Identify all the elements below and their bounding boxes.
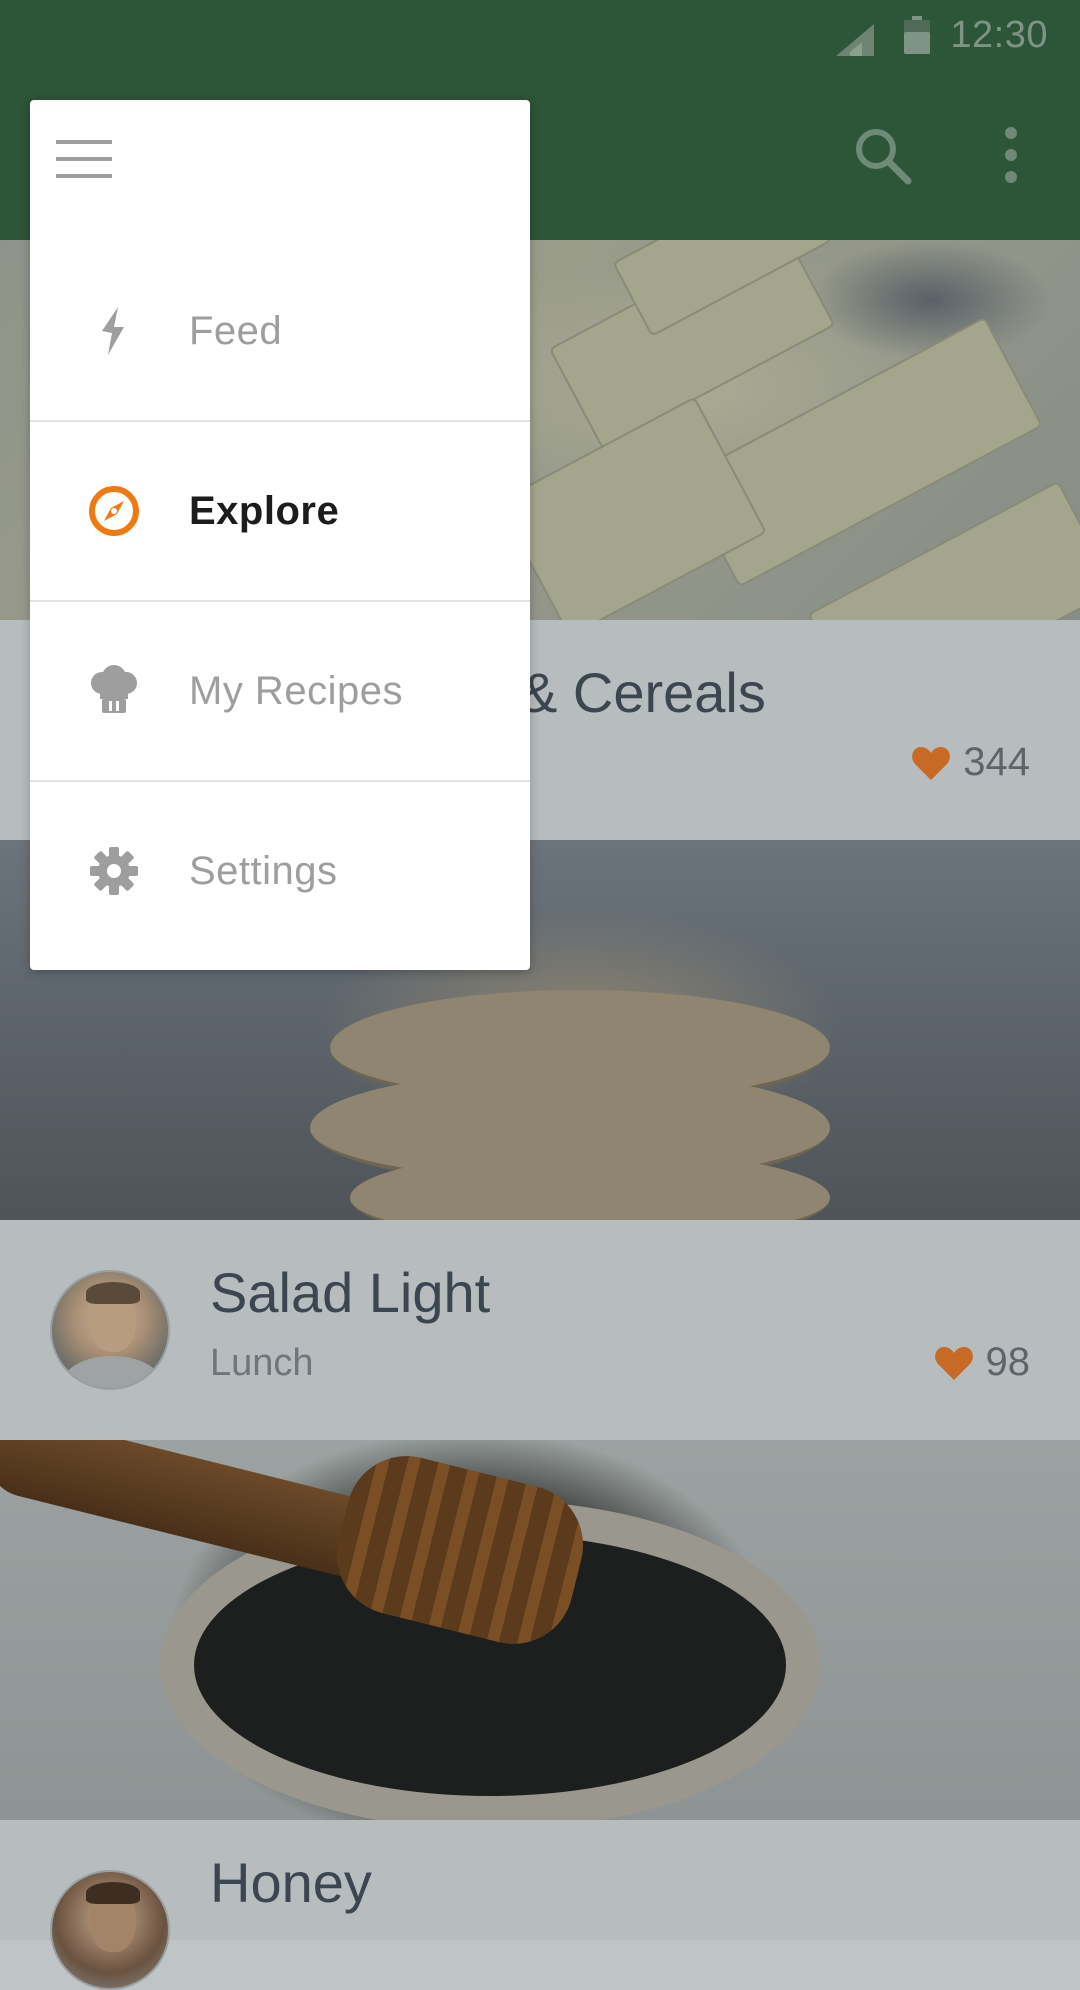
like-count: 344 — [963, 740, 1030, 784]
signal-icon — [836, 24, 874, 56]
status-bar: 12:30 — [0, 0, 1080, 70]
search-icon[interactable] — [852, 125, 912, 185]
gear-icon — [90, 847, 138, 895]
more-vert-icon[interactable] — [998, 126, 1024, 184]
drawer-item-label: Feed — [189, 308, 283, 353]
recipe-category: Lunch — [210, 1342, 314, 1384]
recipe-card-info[interactable]: Salad Light Lunch 98 — [0, 1220, 1080, 1440]
drawer-item-explore[interactable]: Explore — [30, 421, 530, 601]
like-counter[interactable]: 344 — [911, 740, 1030, 785]
recipe-title: & Cereals — [520, 661, 766, 724]
status-time: 12:30 — [950, 14, 1048, 56]
drawer-item-settings[interactable]: Settings — [30, 781, 530, 961]
like-count: 98 — [985, 1340, 1031, 1384]
recipe-title: Salad Light — [210, 1261, 491, 1324]
lightning-icon — [102, 307, 124, 355]
navigation-drawer: Feed Explore My Recipes Settings — [30, 100, 530, 970]
heart-icon — [934, 1346, 973, 1380]
recipe-title: Honey — [210, 1851, 372, 1914]
drawer-item-feed[interactable]: Feed — [30, 241, 530, 421]
compass-icon — [89, 486, 139, 536]
drawer-item-label: Explore — [189, 488, 340, 533]
avatar — [50, 1870, 170, 1990]
avatar — [50, 1270, 170, 1390]
heart-icon — [912, 746, 951, 780]
drawer-item-label: My Recipes — [189, 668, 403, 713]
menu-icon[interactable] — [56, 140, 112, 180]
like-counter[interactable]: 98 — [934, 1340, 1031, 1385]
honey-photo[interactable] — [0, 1440, 1080, 1820]
chef-hat-icon — [91, 665, 137, 713]
drawer-item-my-recipes[interactable]: My Recipes — [30, 601, 530, 781]
battery-icon — [904, 16, 930, 54]
drawer-item-label: Settings — [189, 848, 338, 893]
recipe-card-info[interactable]: Honey — [0, 1820, 1080, 1990]
